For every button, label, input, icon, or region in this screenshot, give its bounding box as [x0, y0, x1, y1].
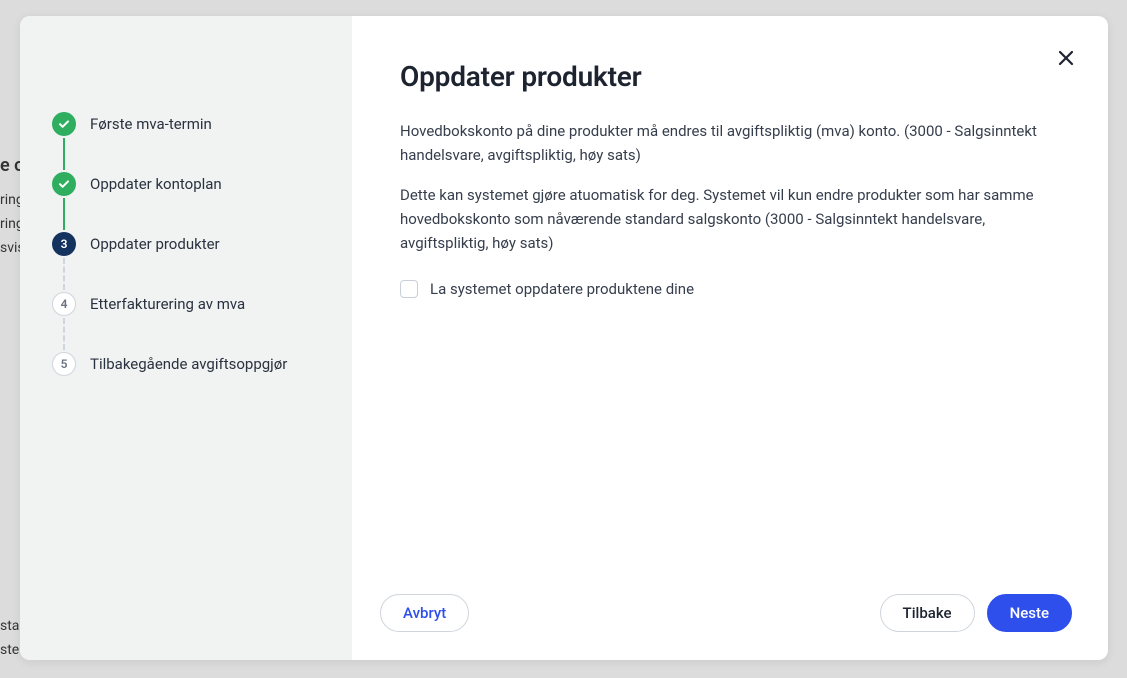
step-2[interactable]: Oppdater kontoplan — [52, 172, 332, 232]
step-5-badge: 5 — [52, 352, 76, 376]
modal-title: Oppdater produkter — [400, 60, 1060, 93]
close-icon — [1057, 49, 1075, 67]
paragraph-1: Hovedbokskonto på dine produkter må endr… — [400, 119, 1060, 167]
auto-update-checkbox[interactable] — [400, 280, 418, 298]
step-4-label: Etterfakturering av mva — [90, 295, 245, 313]
check-icon — [52, 172, 76, 196]
step-1[interactable]: Første mva-termin — [52, 112, 332, 172]
step-sidebar: Første mva-termin Oppdater kontoplan 3 O… — [20, 16, 352, 660]
step-3-badge: 3 — [52, 232, 76, 256]
content-header: Oppdater produkter — [352, 16, 1108, 93]
modal-footer: Avbryt Tilbake Neste — [352, 574, 1108, 660]
step-1-label: Første mva-termin — [90, 115, 212, 133]
bg-frag: sta — [0, 618, 19, 634]
close-button[interactable] — [1052, 44, 1080, 72]
check-icon — [52, 112, 76, 136]
auto-update-checkbox-row[interactable]: La systemet oppdatere produktene dine — [400, 277, 1060, 301]
step-4[interactable]: 4 Etterfakturering av mva — [52, 292, 332, 352]
step-3-label: Oppdater produkter — [90, 235, 220, 253]
next-button[interactable]: Neste — [987, 594, 1072, 632]
wizard-modal: Første mva-termin Oppdater kontoplan 3 O… — [20, 16, 1108, 660]
cancel-button[interactable]: Avbryt — [380, 594, 469, 632]
paragraph-2: Dette kan systemet gjøre atuomatisk for … — [400, 183, 1060, 255]
step-5[interactable]: 5 Tilbakegående avgiftsoppgjør — [52, 352, 332, 376]
step-4-badge: 4 — [52, 292, 76, 316]
content-body: Hovedbokskonto på dine produkter må endr… — [352, 93, 1108, 574]
bg-frag: ste — [0, 642, 19, 658]
step-5-label: Tilbakegående avgiftsoppgjør — [90, 355, 287, 373]
step-3[interactable]: 3 Oppdater produkter — [52, 232, 332, 292]
auto-update-checkbox-label[interactable]: La systemet oppdatere produktene dine — [430, 277, 694, 301]
step-2-label: Oppdater kontoplan — [90, 175, 222, 193]
back-button[interactable]: Tilbake — [880, 594, 975, 632]
modal-content: Oppdater produkter Hovedbokskonto på din… — [352, 16, 1108, 660]
